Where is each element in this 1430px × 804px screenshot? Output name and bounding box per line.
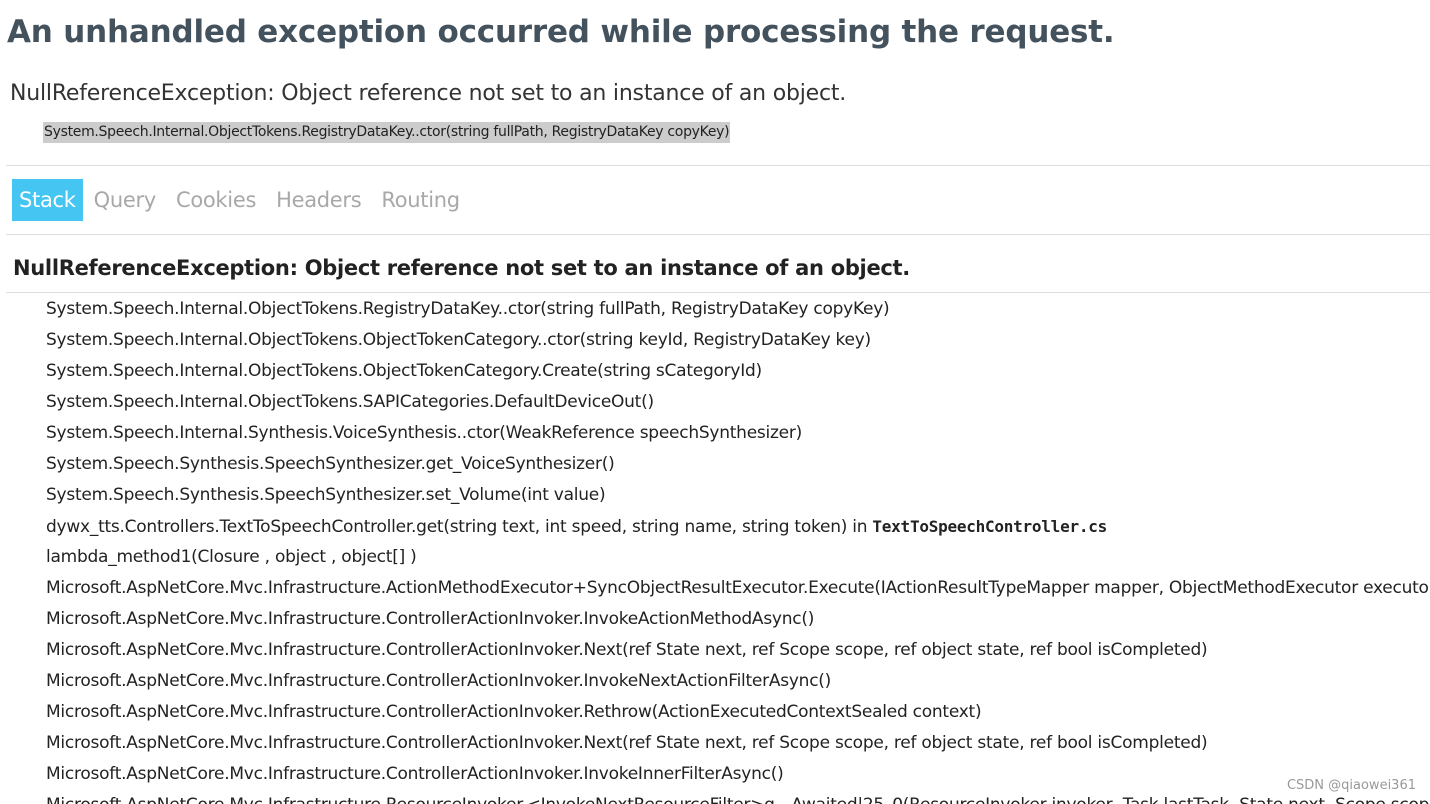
stack-frame[interactable]: System.Speech.Internal.ObjectTokens.SAPI… bbox=[46, 387, 1430, 418]
divider bbox=[6, 234, 1430, 235]
stack-frame-method: System.Speech.Internal.Synthesis.VoiceSy… bbox=[46, 423, 802, 443]
stack-frame[interactable]: Microsoft.AspNetCore.Mvc.Infrastructure.… bbox=[46, 697, 1430, 728]
stack-frame-method: Microsoft.AspNetCore.Mvc.Infrastructure.… bbox=[46, 795, 1430, 804]
stack-frame[interactable]: System.Speech.Internal.Synthesis.VoiceSy… bbox=[46, 418, 1430, 449]
page-title: An unhandled exception occurred while pr… bbox=[7, 14, 1115, 50]
stack-frame-method: System.Speech.Internal.ObjectTokens.Obje… bbox=[46, 361, 762, 381]
stack-frame-list: System.Speech.Internal.ObjectTokens.Regi… bbox=[46, 294, 1430, 804]
stack-frame-method: Microsoft.AspNetCore.Mvc.Infrastructure.… bbox=[46, 671, 832, 691]
stack-frame[interactable]: System.Speech.Internal.ObjectTokens.Obje… bbox=[46, 325, 1430, 356]
stack-frame-method: Microsoft.AspNetCore.Mvc.Infrastructure.… bbox=[46, 640, 1208, 660]
divider bbox=[6, 292, 1430, 293]
error-message: NullReferenceException: Object reference… bbox=[10, 81, 847, 106]
stack-frame-method: dywx_tts.Controllers.TextToSpeechControl… bbox=[46, 517, 873, 537]
tab-headers[interactable]: Headers bbox=[267, 179, 370, 221]
tab-bar: Stack Query Cookies Headers Routing bbox=[12, 179, 471, 221]
watermark: CSDN @qiaowei361 bbox=[1286, 778, 1416, 793]
stack-frame[interactable]: System.Speech.Synthesis.SpeechSynthesize… bbox=[46, 449, 1430, 480]
tab-cookies[interactable]: Cookies bbox=[167, 179, 265, 221]
stack-frame[interactable]: lambda_method1(Closure , object , object… bbox=[46, 542, 1430, 573]
tab-routing[interactable]: Routing bbox=[372, 179, 468, 221]
stack-frame[interactable]: System.Speech.Internal.ObjectTokens.Regi… bbox=[46, 294, 1430, 325]
stack-frame-method: Microsoft.AspNetCore.Mvc.Infrastructure.… bbox=[46, 764, 784, 784]
stack-frame-method: Microsoft.AspNetCore.Mvc.Infrastructure.… bbox=[46, 609, 815, 629]
stack-frame[interactable]: Microsoft.AspNetCore.Mvc.Infrastructure.… bbox=[46, 790, 1430, 804]
stack-frame[interactable]: System.Speech.Synthesis.SpeechSynthesize… bbox=[46, 480, 1430, 511]
stack-frame-method: Microsoft.AspNetCore.Mvc.Infrastructure.… bbox=[46, 578, 1430, 598]
stack-frame[interactable]: Microsoft.AspNetCore.Mvc.Infrastructure.… bbox=[46, 635, 1430, 666]
error-location: System.Speech.Internal.ObjectTokens.Regi… bbox=[43, 122, 731, 143]
tab-stack[interactable]: Stack bbox=[12, 179, 83, 221]
stack-frame-method: System.Speech.Synthesis.SpeechSynthesize… bbox=[46, 454, 615, 474]
stack-frame-method: System.Speech.Internal.ObjectTokens.Obje… bbox=[46, 330, 871, 350]
stack-frame-method: System.Speech.Internal.ObjectTokens.Regi… bbox=[46, 299, 890, 319]
stack-heading: NullReferenceException: Object reference… bbox=[13, 256, 910, 280]
stack-frame[interactable]: System.Speech.Internal.ObjectTokens.Obje… bbox=[46, 356, 1430, 387]
divider bbox=[6, 165, 1430, 166]
stack-frame[interactable]: Microsoft.AspNetCore.Mvc.Infrastructure.… bbox=[46, 728, 1430, 759]
stack-frame[interactable]: Microsoft.AspNetCore.Mvc.Infrastructure.… bbox=[46, 666, 1430, 697]
stack-frame-file[interactable]: TextToSpeechController.cs bbox=[872, 517, 1107, 536]
tab-query[interactable]: Query bbox=[85, 179, 165, 221]
stack-frame[interactable]: dywx_tts.Controllers.TextToSpeechControl… bbox=[46, 511, 1430, 542]
stack-frame-method: System.Speech.Internal.ObjectTokens.SAPI… bbox=[46, 392, 654, 412]
stack-frame-method: Microsoft.AspNetCore.Mvc.Infrastructure.… bbox=[46, 733, 1208, 753]
stack-frame-method: System.Speech.Synthesis.SpeechSynthesize… bbox=[46, 485, 606, 505]
stack-frame-method: Microsoft.AspNetCore.Mvc.Infrastructure.… bbox=[46, 702, 982, 722]
stack-frame[interactable]: Microsoft.AspNetCore.Mvc.Infrastructure.… bbox=[46, 604, 1430, 635]
stack-frame[interactable]: Microsoft.AspNetCore.Mvc.Infrastructure.… bbox=[46, 759, 1430, 790]
stack-frame[interactable]: Microsoft.AspNetCore.Mvc.Infrastructure.… bbox=[46, 573, 1430, 604]
stack-frame-method: lambda_method1(Closure , object , object… bbox=[46, 547, 417, 567]
